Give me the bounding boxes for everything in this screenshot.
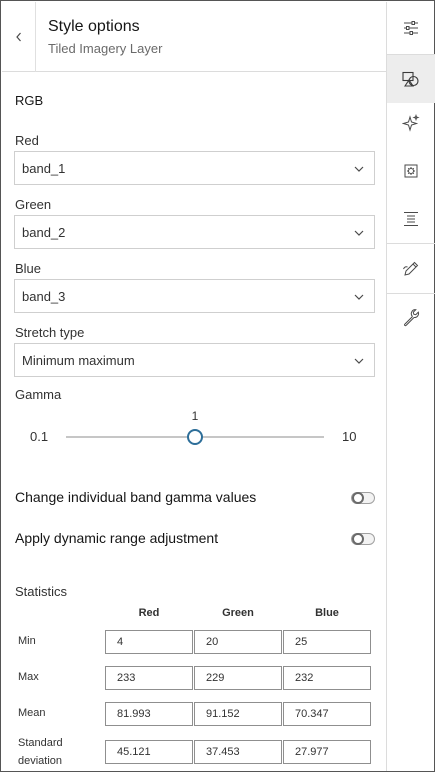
- toggle-knob: [352, 533, 364, 545]
- gamma-max-label: 10: [342, 429, 357, 444]
- green-band-select[interactable]: band_2: [14, 215, 375, 249]
- stats-min-blue[interactable]: 25: [283, 630, 371, 654]
- stats-max-green[interactable]: 229: [194, 666, 282, 690]
- gamma-label: Gamma: [15, 387, 62, 402]
- sliders-icon: [404, 21, 418, 35]
- shapes-icon: [402, 71, 419, 87]
- statistics-title: Statistics: [15, 584, 68, 599]
- stats-stddev-red[interactable]: 45.121: [105, 740, 193, 764]
- stats-row-label-stddev-line1: Standard: [18, 737, 63, 749]
- action-sliders[interactable]: [387, 4, 435, 52]
- list-icon: [404, 212, 418, 226]
- chevron-down-icon: [354, 294, 364, 300]
- blue-band-select[interactable]: band_3: [14, 279, 375, 313]
- gamma-slider: 1 0.1 10: [14, 409, 374, 459]
- stats-mean-red[interactable]: 81.993: [105, 702, 193, 726]
- stats-stddev-green[interactable]: 37.453: [194, 740, 282, 764]
- action-bar: [386, 2, 435, 771]
- stretch-type-value: Minimum maximum: [22, 353, 135, 368]
- dra-toggle-label: Apply dynamic range adjustment: [15, 530, 219, 546]
- green-band-value: band_2: [22, 225, 66, 240]
- band-gamma-toggle-label: Change individual band gamma values: [15, 489, 257, 505]
- band-gamma-toggle-row: Change individual band gamma values: [15, 488, 375, 508]
- panel-title: Style options: [48, 18, 140, 35]
- gear-box-icon: [404, 164, 418, 178]
- action-style[interactable]: [387, 55, 435, 103]
- panel-header: Style options Tiled Imagery Layer: [2, 2, 386, 72]
- chevron-down-icon: [354, 230, 364, 236]
- pencil-icon: [403, 261, 419, 276]
- app-frame: Style options Tiled Imagery Layer RGB Re…: [0, 0, 435, 772]
- chevron-down-icon: [354, 358, 364, 364]
- action-tools[interactable]: [387, 294, 435, 342]
- gamma-value-label: 1: [191, 409, 199, 423]
- stats-row-label-mean: Mean: [18, 707, 46, 719]
- panel-subtitle: Tiled Imagery Layer: [48, 41, 163, 56]
- stats-col-blue: Blue: [315, 607, 339, 619]
- action-edit[interactable]: [387, 245, 435, 293]
- rgb-section-title: RGB: [15, 93, 44, 108]
- gamma-slider-handle[interactable]: [187, 429, 203, 445]
- toggle-knob: [352, 492, 364, 504]
- action-effects[interactable]: [387, 99, 435, 147]
- stats-mean-blue[interactable]: 70.347: [283, 702, 371, 726]
- stats-min-green[interactable]: 20: [194, 630, 282, 654]
- stats-row-label-min: Min: [18, 635, 36, 647]
- stats-row-label-max: Max: [18, 671, 39, 683]
- action-divider: [387, 243, 435, 244]
- dra-toggle-row: Apply dynamic range adjustment: [15, 529, 375, 549]
- action-fields[interactable]: [387, 195, 435, 243]
- stats-stddev-blue[interactable]: 27.977: [283, 740, 371, 764]
- band-gamma-toggle[interactable]: [351, 492, 375, 504]
- stretch-type-select[interactable]: Minimum maximum: [14, 343, 375, 377]
- gamma-min-label: 0.1: [30, 429, 49, 444]
- stats-max-red[interactable]: 233: [105, 666, 193, 690]
- sparkle-icon: [402, 114, 420, 132]
- stats-row-label-stddev-line2: deviation: [18, 755, 63, 767]
- green-label: Green: [15, 197, 52, 212]
- chevron-down-icon: [354, 166, 364, 172]
- style-options-panel: Style options Tiled Imagery Layer RGB Re…: [2, 2, 386, 771]
- red-band-select[interactable]: band_1: [14, 151, 375, 185]
- chevron-left-icon: [15, 32, 21, 42]
- wrench-icon: [404, 309, 420, 327]
- stats-col-red: Red: [138, 607, 160, 619]
- stats-col-green: Green: [222, 607, 254, 619]
- stats-mean-green[interactable]: 91.152: [194, 702, 282, 726]
- dra-toggle[interactable]: [351, 533, 375, 545]
- blue-label: Blue: [15, 261, 42, 276]
- back-button[interactable]: [2, 2, 36, 72]
- red-band-value: band_1: [22, 161, 66, 176]
- action-processing[interactable]: [387, 147, 435, 195]
- stats-max-blue[interactable]: 232: [283, 666, 371, 690]
- stretch-type-label: Stretch type: [15, 325, 85, 340]
- stats-min-red[interactable]: 4: [105, 630, 193, 654]
- blue-band-value: band_3: [22, 289, 66, 304]
- red-label: Red: [15, 133, 39, 148]
